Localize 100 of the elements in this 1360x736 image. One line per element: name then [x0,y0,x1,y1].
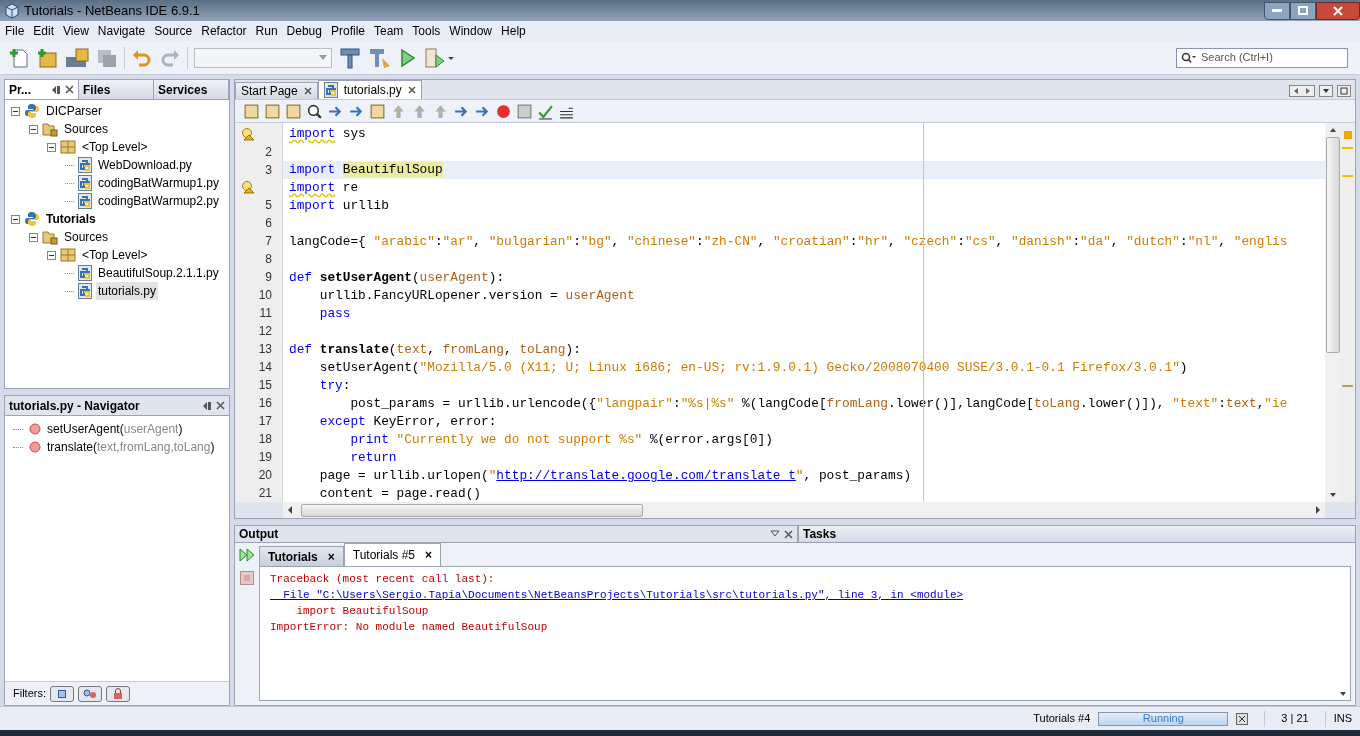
open-folder-icon[interactable] [64,46,90,69]
expander-icon[interactable] [11,106,20,116]
menu-item[interactable]: File [4,22,26,40]
caret-position: 3 | 21 [1280,711,1310,727]
python-file-icon [78,157,92,173]
minimize-panel-icon[interactable] [51,84,61,95]
cancel-icon[interactable] [1236,712,1249,725]
code-line: page = urllib.urlopen("http://translate.google.com/translate_t", post_params) [318,467,912,486]
tree-item[interactable]: tutorials.py [96,282,159,300]
panel-tab[interactable]: Services [154,80,229,99]
close-icon[interactable] [65,85,74,94]
close-button[interactable] [1316,1,1360,20]
menu-item[interactable]: View [62,22,90,40]
maximize-button[interactable] [1290,1,1316,20]
close-icon[interactable] [216,401,225,410]
maximize-icon[interactable] [1337,85,1351,97]
tree-item[interactable]: WebDownload.py [96,156,194,174]
menu-item[interactable]: Profile [330,22,366,40]
stop-icon[interactable] [516,102,533,120]
menu-item[interactable]: Run [254,22,279,40]
expander-icon[interactable] [47,250,56,260]
search-field[interactable]: Search (Ctrl+I) [1176,47,1348,68]
navigator-item[interactable]: translate(text,fromLang,toLang) [47,438,215,456]
expander-icon[interactable] [29,124,38,134]
hammer-icon[interactable] [338,45,362,70]
close-icon[interactable] [303,87,312,95]
lightbulb-warning-icon[interactable] [241,126,255,141]
search-icon[interactable] [306,102,323,120]
scroll-thumb[interactable] [301,503,643,517]
vertical-scrollbar[interactable] [1325,123,1341,502]
tree-item[interactable]: <Top Level> [80,138,150,156]
lightbulb-warning-icon[interactable] [241,180,255,195]
editor-tab[interactable]: Start Page [235,82,318,99]
filter-toggle[interactable] [78,685,102,702]
panel-tab[interactable]: Files [79,80,154,99]
search-icon [1181,51,1197,64]
minimize-panel-icon[interactable] [202,400,212,411]
code-line: except KeyError, error: [318,413,497,432]
horizontal-scrollbar[interactable] [283,502,1325,518]
rerun-icon[interactable] [238,547,256,563]
line-number: 9 [265,269,272,286]
folder-icon [42,229,58,245]
editor-tab[interactable]: tutorials.py [317,80,422,99]
run-icon[interactable] [398,46,418,69]
lock-icon [113,688,123,699]
menu-item[interactable]: Navigate [96,22,147,40]
close-icon[interactable] [784,529,793,539]
new-project-icon[interactable] [36,46,58,69]
python-icon [24,103,40,119]
scroll-thumb[interactable] [1326,137,1340,353]
menu-item[interactable]: Source [153,22,194,40]
navigator-item[interactable]: setUserAgent(userAgent) [47,420,183,438]
menu-item[interactable]: Tools [411,22,442,40]
menu-item[interactable]: Debug [285,22,323,40]
line-number: 5 [265,197,272,214]
tasks-tab[interactable]: Tasks [798,525,1356,543]
tree-item[interactable]: <Top Level> [80,246,150,264]
code-line: try: [318,377,351,396]
line-number: 20 [258,467,272,484]
tree-item[interactable]: BeautifulSoup.2.1.1.py [96,264,221,282]
cube-icon [4,2,20,19]
tree-item[interactable]: codingBatWarmup1.py [96,174,221,192]
code-line: urllib.FancyURLopener.version = userAgent [318,287,635,306]
file-link[interactable]: File "C:\Users\Sergio.Tapia\Documents\NetBeansProjects\Tutorials\src\tutorials.py", line 3, in <module> [270,589,964,601]
url-link[interactable]: http://translate.google.com/translate_t [496,468,796,484]
dropdown-icon[interactable] [1319,85,1333,97]
filter-toggle[interactable] [50,685,74,702]
panel-tab[interactable]: Pr... [5,80,79,99]
minimize-button[interactable] [1264,1,1290,20]
code-line: import urllib [289,197,389,216]
menu-item[interactable]: Window [448,22,494,40]
expander-icon[interactable] [47,142,56,152]
tree-item[interactable]: Tutorials [44,210,98,228]
close-icon[interactable]: × [425,546,433,564]
output-tab[interactable]: Tutorials × [259,546,344,566]
code-line: post_params = urllib.urlencode({"langpair":"%s|%s" %(langCode[fromLang.lower()],langCode[toLang.lower()]), "text":text,"ie [349,395,1288,414]
menu-item[interactable]: Refactor [200,22,248,40]
scroll-tabs-icon[interactable] [1289,85,1315,97]
minimize-panel-icon[interactable] [770,529,780,539]
close-icon[interactable]: × [327,547,335,566]
line-number: 10 [258,287,272,304]
close-icon[interactable] [407,86,416,94]
tree-item[interactable]: DICParser [44,102,104,120]
tree-item[interactable]: Sources [62,120,111,138]
package-icon [60,247,76,263]
record-icon[interactable] [495,102,512,120]
menu-item[interactable]: Team [373,22,405,40]
expander-icon[interactable] [11,214,20,224]
new-file-icon[interactable] [8,46,30,69]
tree-item[interactable]: Sources [62,228,111,246]
tree-item[interactable]: codingBatWarmup2.py [96,192,221,210]
code-line: pass [318,305,351,324]
output-tab[interactable]: Tutorials #5 × [343,543,442,566]
python-file-icon [78,283,92,299]
output-line: ImportError: No module named BeautifulSoup [270,620,549,635]
menu-item[interactable]: Edit [32,22,56,40]
expander-icon[interactable] [29,232,38,242]
filter-toggle[interactable] [106,685,130,702]
menu-item[interactable]: Help [500,22,527,40]
debug-icon[interactable] [424,46,454,69]
